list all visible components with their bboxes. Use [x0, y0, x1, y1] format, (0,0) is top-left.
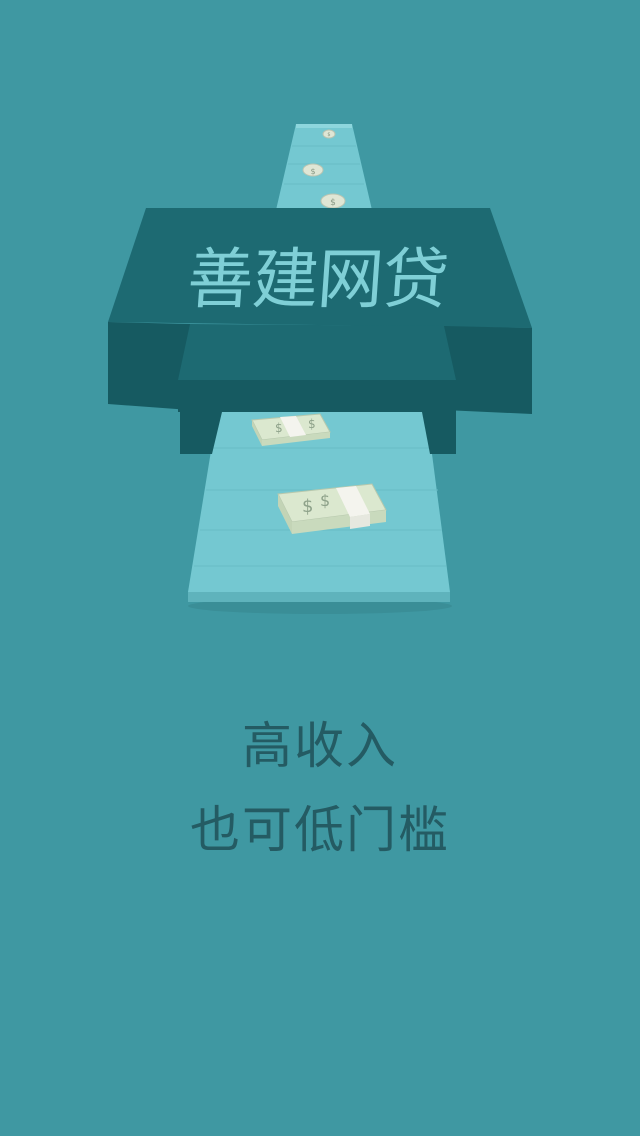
- brand-title: 善建网贷: [184, 241, 451, 318]
- coin-icon: $: [320, 193, 346, 209]
- svg-text:$: $: [330, 198, 336, 208]
- coin-icon: $: [302, 163, 324, 177]
- svg-text:$: $: [308, 417, 316, 431]
- svg-text:$: $: [310, 167, 315, 176]
- svg-text:$: $: [320, 491, 330, 510]
- svg-text:$: $: [275, 421, 283, 435]
- coin-icon: $: [322, 129, 336, 139]
- slide-subheadline: 也可低门槛: [190, 801, 450, 859]
- onboarding-screen[interactable]: $ $ $ $ $ $ $ 善建网贷 高收入 也可低门槛: [0, 0, 640, 1136]
- slide-headline: 高收入: [242, 717, 398, 775]
- svg-text:$: $: [302, 496, 313, 517]
- svg-text:$: $: [327, 132, 330, 138]
